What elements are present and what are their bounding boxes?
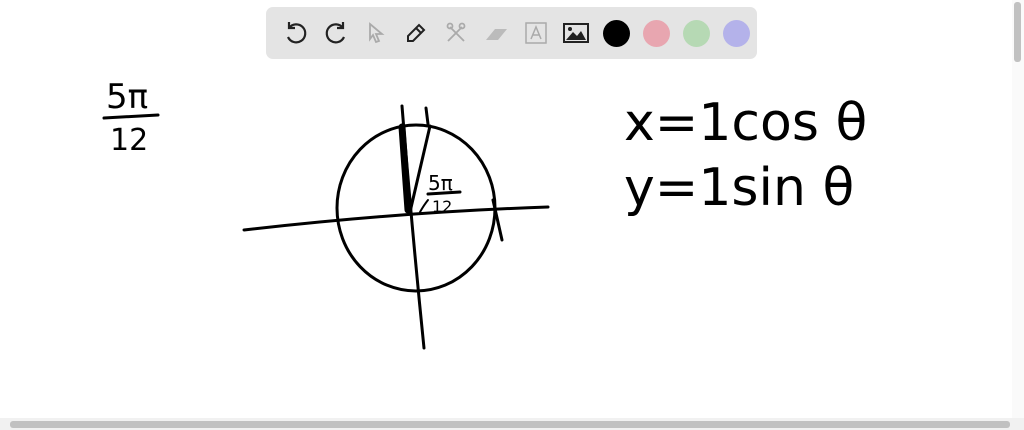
text-icon	[525, 22, 547, 44]
color-swatch-purple	[722, 19, 750, 47]
undo-button[interactable]	[276, 13, 316, 53]
color-swatch-pink	[642, 19, 670, 47]
color-pink-button[interactable]	[636, 13, 676, 53]
color-purple-button[interactable]	[716, 13, 756, 53]
left-fraction-numerator: 5π	[106, 77, 148, 117]
drawing-toolbar	[266, 7, 757, 59]
angle-arc	[419, 199, 429, 213]
horizontal-scroll-thumb[interactable]	[10, 421, 1010, 428]
equation-x: x=1cos θ	[624, 93, 867, 153]
text-button[interactable]	[516, 13, 556, 53]
pen-icon	[407, 23, 426, 42]
image-button[interactable]	[556, 13, 596, 53]
color-green-button[interactable]	[676, 13, 716, 53]
eraser-button[interactable]	[476, 13, 516, 53]
select-button[interactable]	[356, 13, 396, 53]
equation-y: y=1sin θ	[624, 158, 854, 218]
color-black-button[interactable]	[596, 13, 636, 53]
tools-button[interactable]	[436, 13, 476, 53]
redo-icon	[325, 22, 346, 44]
left-fraction-denominator: 12	[110, 123, 148, 158]
pen-button[interactable]	[396, 13, 436, 53]
undo-icon	[286, 22, 307, 44]
image-icon	[563, 23, 589, 43]
color-swatch-green	[682, 19, 710, 47]
vertical-scroll-thumb[interactable]	[1014, 2, 1021, 62]
angle-numerator: 5π	[428, 171, 453, 195]
angle-denominator: 12	[432, 197, 452, 216]
tools-icon	[446, 22, 466, 42]
eraser-icon	[486, 29, 507, 40]
redo-button[interactable]	[316, 13, 356, 53]
thick-ray	[398, 123, 412, 214]
whiteboard-canvas[interactable]: 5π 12 5π 12 x=1cos θ y=1sin θ	[0, 0, 1024, 418]
color-swatch-black	[602, 19, 630, 47]
select-icon	[369, 22, 385, 44]
vertical-scrollbar[interactable]	[1012, 0, 1024, 418]
x-axis	[242, 205, 550, 232]
